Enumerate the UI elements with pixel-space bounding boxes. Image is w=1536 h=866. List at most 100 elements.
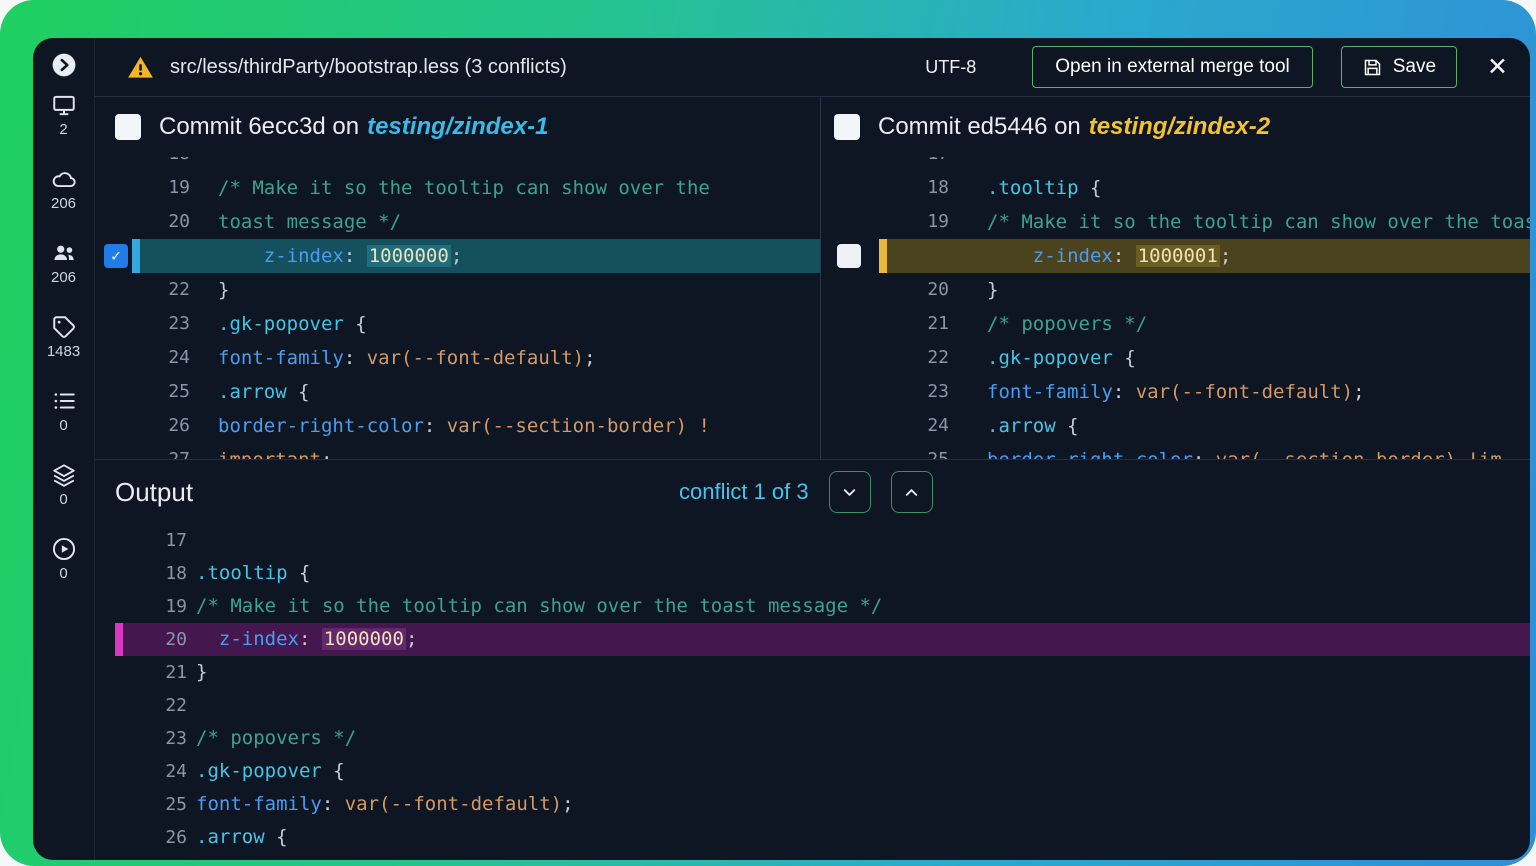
prev-conflict-button[interactable] [891,471,933,513]
sidebar-item-chevron-right-circle[interactable] [51,52,77,78]
left-commit-header: Commit 6ecc3d on testing/zindex-1 [95,97,820,157]
code-line: 21/* popovers */ [821,307,1530,341]
code-text: .tooltip { [987,171,1530,205]
merge-tool-window: 2 206 206 1483 0 0 0 src/less/thirdParty/boots… [33,38,1530,860]
line-number: 24 [95,341,190,375]
code-text: border-right-color: var(--section-border… [987,443,1530,459]
tag-icon [51,314,77,340]
sidebar-item-count: 206 [51,195,76,213]
save-button[interactable]: Save [1341,46,1457,88]
file-path: src/less/thirdParty/bootstrap.less (3 co… [170,56,567,79]
code-line: 24 .arrow { [821,409,1530,443]
code-text: font-family: var(--font-default); [196,788,1530,821]
chevron-right-circle-icon [51,52,77,78]
sidebar-item-play-circle[interactable]: 0 [51,536,77,583]
line-number: 25 [115,788,187,821]
line-number: 27 [95,443,190,459]
code-line: ✓ z-index: 1000000; [95,239,820,273]
layers-icon [51,462,77,488]
output-title: Output [115,477,193,508]
sidebar-item-tag[interactable]: 1483 [47,314,80,361]
code-text: } [196,656,1530,689]
right-branch-name: testing/zindex-2 [1089,113,1270,140]
people-icon [51,240,77,266]
right-commit-label: Commit ed5446 on [878,113,1081,140]
code-text: } [218,273,820,307]
line-number: 20 [95,205,190,239]
code-text: /* popovers */ [987,307,1530,341]
code-text: } [987,273,1530,307]
line-number: 23 [95,307,190,341]
left-branch-name: testing/zindex-1 [367,113,548,140]
code-text: z-index: 1000000; [196,623,1530,656]
line-number: 26 [115,821,187,854]
code-text: .arrow { [196,821,1530,854]
main-area: src/less/thirdParty/bootstrap.less (3 co… [95,38,1530,860]
chevron-down-icon [840,483,859,502]
code-line: 18.tooltip { [95,157,820,171]
left-code-view: 18.tooltip {19 /* Make it so the tooltip … [95,157,820,459]
conflict-checkbox-cell: ✓ [95,239,132,273]
code-line: 17} [821,157,1530,171]
code-text: z-index: 1000000; [132,239,820,273]
left-commit-title: Commit 6ecc3d on testing/zindex-1 [159,113,548,141]
code-text: font-family: var(--font-default); [218,341,820,375]
code-line: 21} [115,656,1530,689]
code-line: 25 font-family: var(--font-default); [115,788,1530,821]
left-commit-checkbox[interactable] [115,114,141,140]
line-number: 22 [115,689,187,722]
code-line: 20 toast message */ [95,205,820,239]
sidebar-item-count: 0 [59,491,67,509]
code-line: 22} [95,273,820,307]
code-line: 24 font-family: var(--font-default); [95,341,820,375]
right-commit-pane: Commit ed5446 ontesting/zindex-2 17}18.t… [821,97,1530,459]
line-number: 20 [115,623,187,656]
sidebar: 2 206 206 1483 0 0 0 [33,38,95,860]
sidebar-item-layers[interactable]: 0 [51,462,77,509]
gradient-frame: 2 206 206 1483 0 0 0 src/less/thirdParty/boots… [0,0,1536,866]
code-line: 19 /* Make it so the tooltip can show ove… [95,171,820,205]
code-line: 19/* Make it so the tooltip can show ove… [115,590,1530,623]
save-icon [1362,57,1383,78]
code-line: 18.tooltip { [115,557,1530,590]
code-text: /* popovers */ [196,722,1530,755]
sidebar-item-count: 0 [59,417,67,435]
code-line: z-index: 1000001; [821,239,1530,273]
code-text: toast message */ [218,205,820,239]
sidebar-item-computer[interactable]: 2 [51,92,77,139]
open-external-merge-button[interactable]: Open in external merge tool [1032,46,1312,88]
right-commit-title: Commit ed5446 on testing/zindex-2 [878,113,1270,141]
right-code-view: 17}18.tooltip {19/* Make it so the toolt… [821,157,1530,459]
left-commit-pane: Commit 6ecc3d on testing/zindex-1 18.tool… [95,97,821,459]
left-commit-label: Commit 6ecc3d on [159,113,359,140]
sidebar-item-count: 2 [59,121,67,139]
sidebar-item-checklist[interactable]: 0 [51,388,77,435]
code-line: 22.gk-popover { [821,341,1530,375]
conflict-checkbox[interactable] [837,244,861,268]
conflict-checkbox[interactable]: ✓ [104,244,128,268]
code-line: 17 [115,524,1530,557]
line-number: 19 [95,171,190,205]
code-text: .gk-popover { [218,307,820,341]
code-text: font-family: var(--font-default); [987,375,1530,409]
close-icon[interactable]: ✕ [1487,55,1508,80]
code-text: /* Make it so the tooltip can show over … [218,171,820,205]
right-commit-checkbox[interactable] [834,114,860,140]
code-text: .arrow { [987,409,1530,443]
warning-icon [127,54,154,81]
line-number: 25 [95,375,190,409]
sidebar-item-cloud[interactable]: 206 [51,166,77,213]
output-code-view: 1718.tooltip {19/* Make it so the toolti… [95,524,1530,860]
line-number: 24 [821,409,949,443]
next-conflict-button[interactable] [829,471,871,513]
code-line: 23/* popovers */ [115,722,1530,755]
line-number: 22 [821,341,949,375]
sidebar-item-people[interactable]: 206 [51,240,77,287]
code-line: 24.gk-popover { [115,755,1530,788]
code-line: 23font-family: var(--font-default); [821,375,1530,409]
code-line: 23 .gk-popover { [95,307,820,341]
code-text: .gk-popover { [196,755,1530,788]
code-line: 25border-right-color: var(--section-bord… [821,443,1530,459]
line-number: 19 [821,205,949,239]
line-number: 19 [115,590,187,623]
